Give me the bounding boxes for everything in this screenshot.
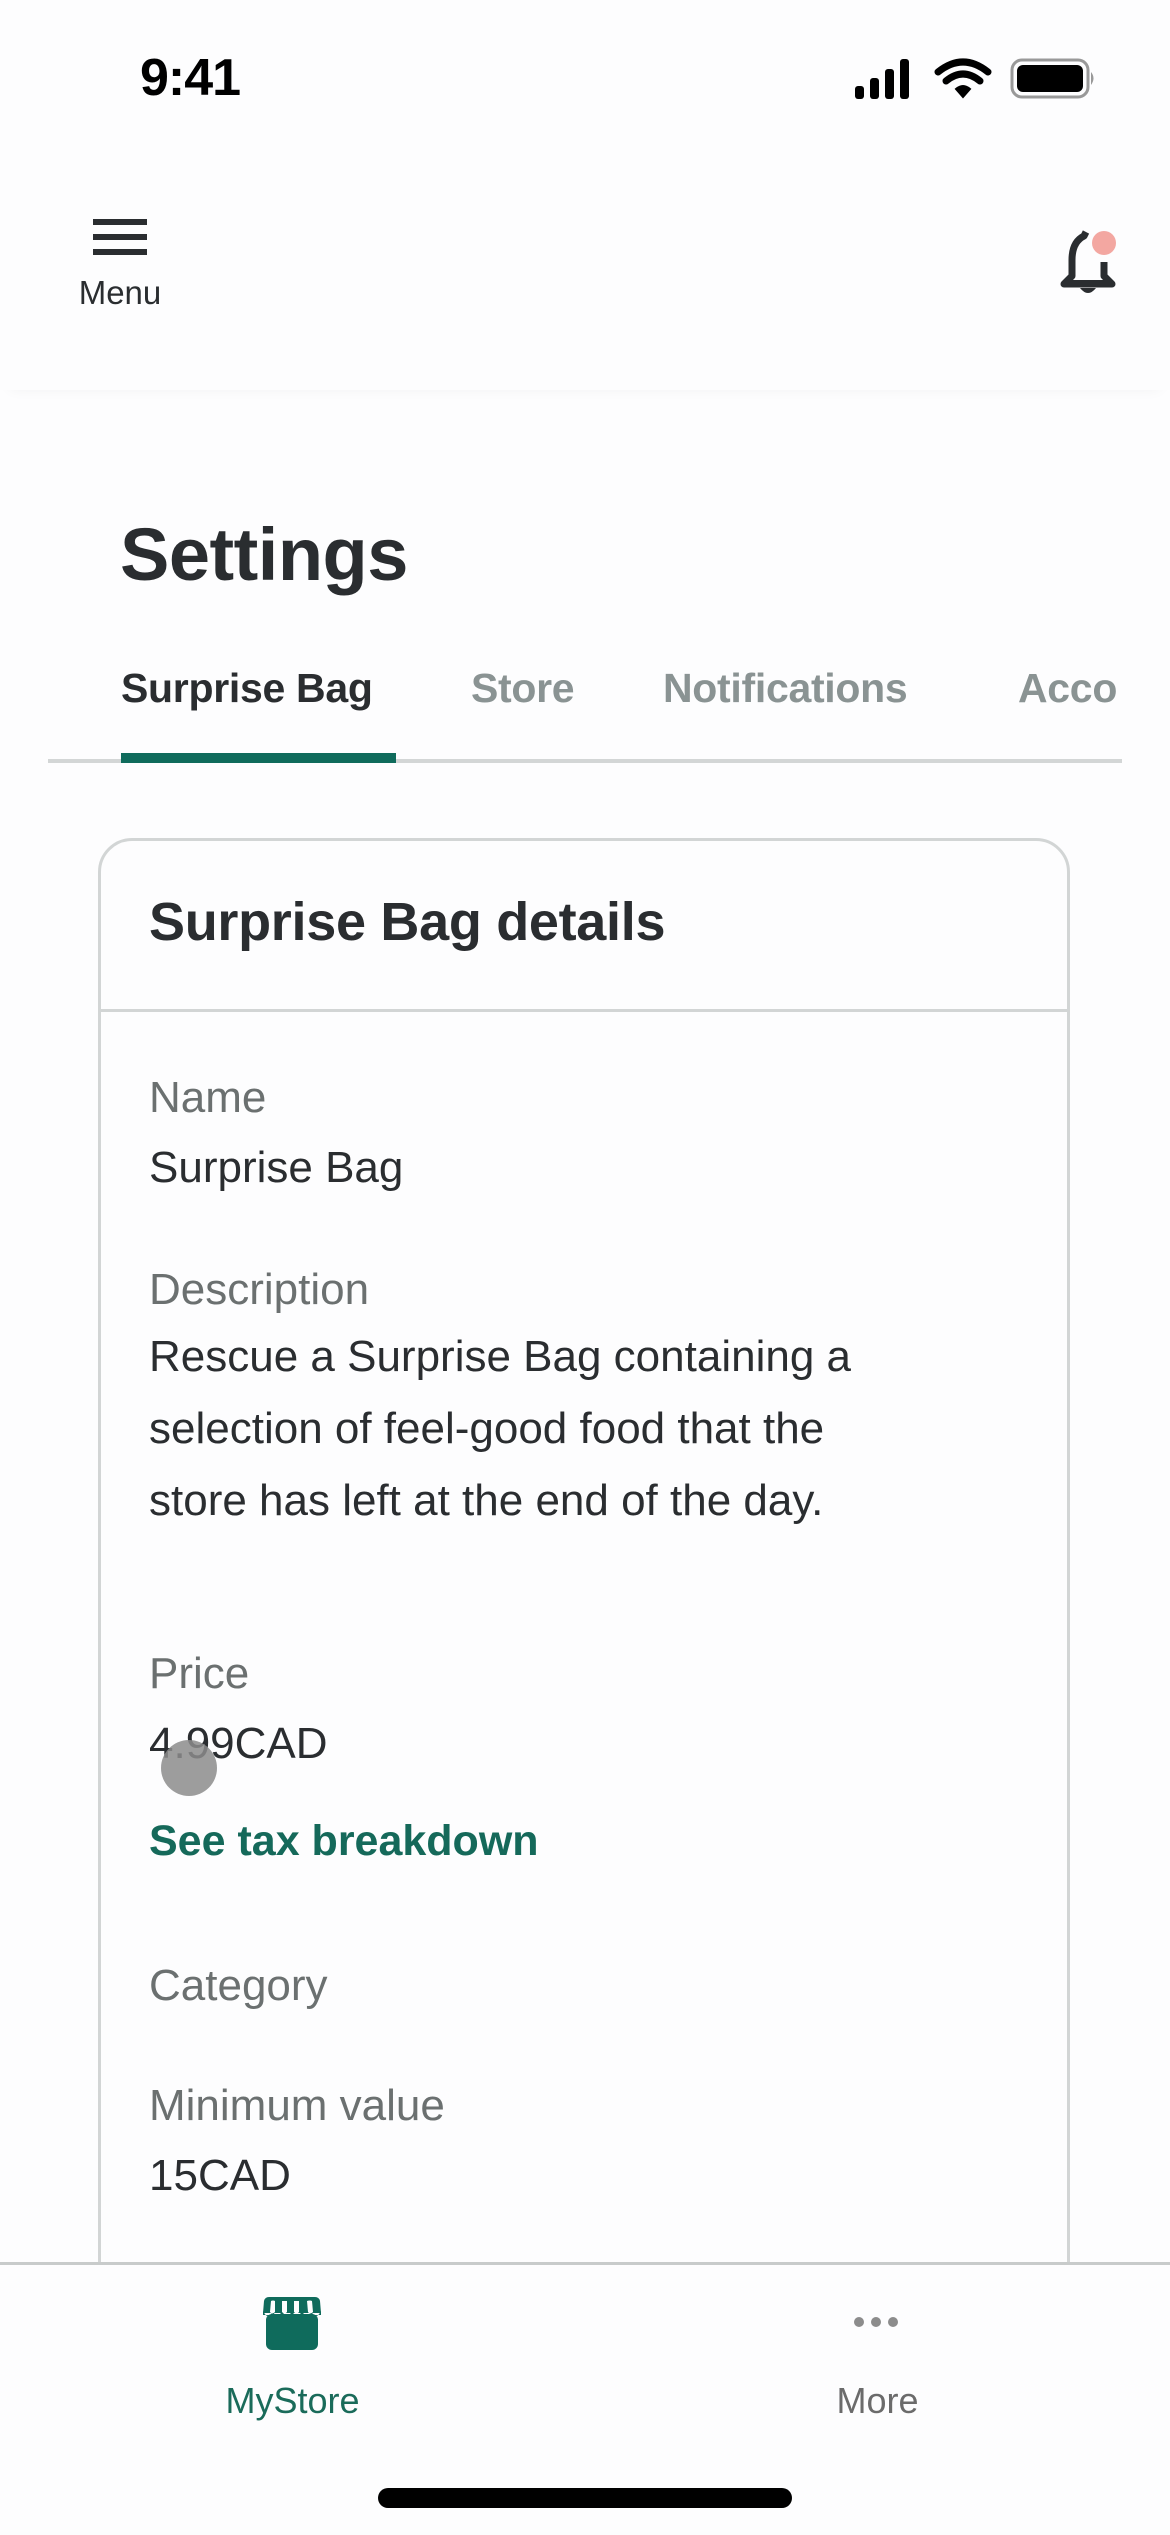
name-label: Name — [149, 1073, 267, 1122]
active-tab-indicator — [121, 753, 396, 763]
card-divider — [101, 1009, 1067, 1012]
status-bar-icons — [852, 56, 1097, 100]
tab-account[interactable]: Acco — [1018, 665, 1117, 712]
notification-badge — [1092, 231, 1116, 255]
nav-label-more: More — [836, 2380, 919, 2421]
page-title: Settings — [120, 513, 408, 596]
tab-store[interactable]: Store — [471, 665, 575, 712]
status-bar-time: 9:41 — [140, 49, 241, 107]
storefront-icon — [263, 2297, 321, 2350]
description-label: Description — [149, 1265, 370, 1314]
bell-icon — [1060, 230, 1116, 293]
category-label: Category — [149, 1961, 328, 2010]
app-header — [0, 150, 1170, 390]
menu-label: Menu — [78, 274, 162, 311]
battery-icon — [1010, 58, 1094, 99]
nav-label-mystore: MyStore — [225, 2380, 360, 2421]
touch-indicator — [161, 1740, 217, 1796]
home-indicator[interactable] — [378, 2488, 792, 2508]
tab-notifications[interactable]: Notifications — [663, 665, 908, 712]
more-dots-icon — [854, 2317, 898, 2327]
price-label: Price — [149, 1649, 250, 1698]
menu-button[interactable]: Menu — [68, 208, 172, 318]
hamburger-menu-icon — [93, 219, 147, 255]
card-title: Surprise Bag details — [149, 892, 666, 952]
surprise-bag-details-card: Surprise Bag details Name Surprise Bag D… — [98, 838, 1070, 2358]
see-tax-breakdown-link[interactable]: See tax breakdown — [149, 1817, 539, 1866]
cellular-signal-icon — [855, 59, 909, 99]
minimum-value-value: 15CAD — [149, 2151, 291, 2200]
name-value: Surprise Bag — [149, 1143, 404, 1192]
wifi-icon — [934, 58, 992, 99]
settings-tabs: Surprise Bag Store Notifications Acco — [48, 655, 1122, 765]
minimum-value-label: Minimum value — [149, 2081, 445, 2130]
description-value: Rescue a Surprise Bag containing a selec… — [149, 1332, 851, 1525]
nav-item-mystore[interactable]: MyStore — [0, 2265, 585, 2465]
tab-surprise-bag[interactable]: Surprise Bag — [121, 665, 373, 712]
nav-item-more[interactable]: More — [585, 2265, 1170, 2465]
notifications-button[interactable] — [1052, 222, 1124, 298]
